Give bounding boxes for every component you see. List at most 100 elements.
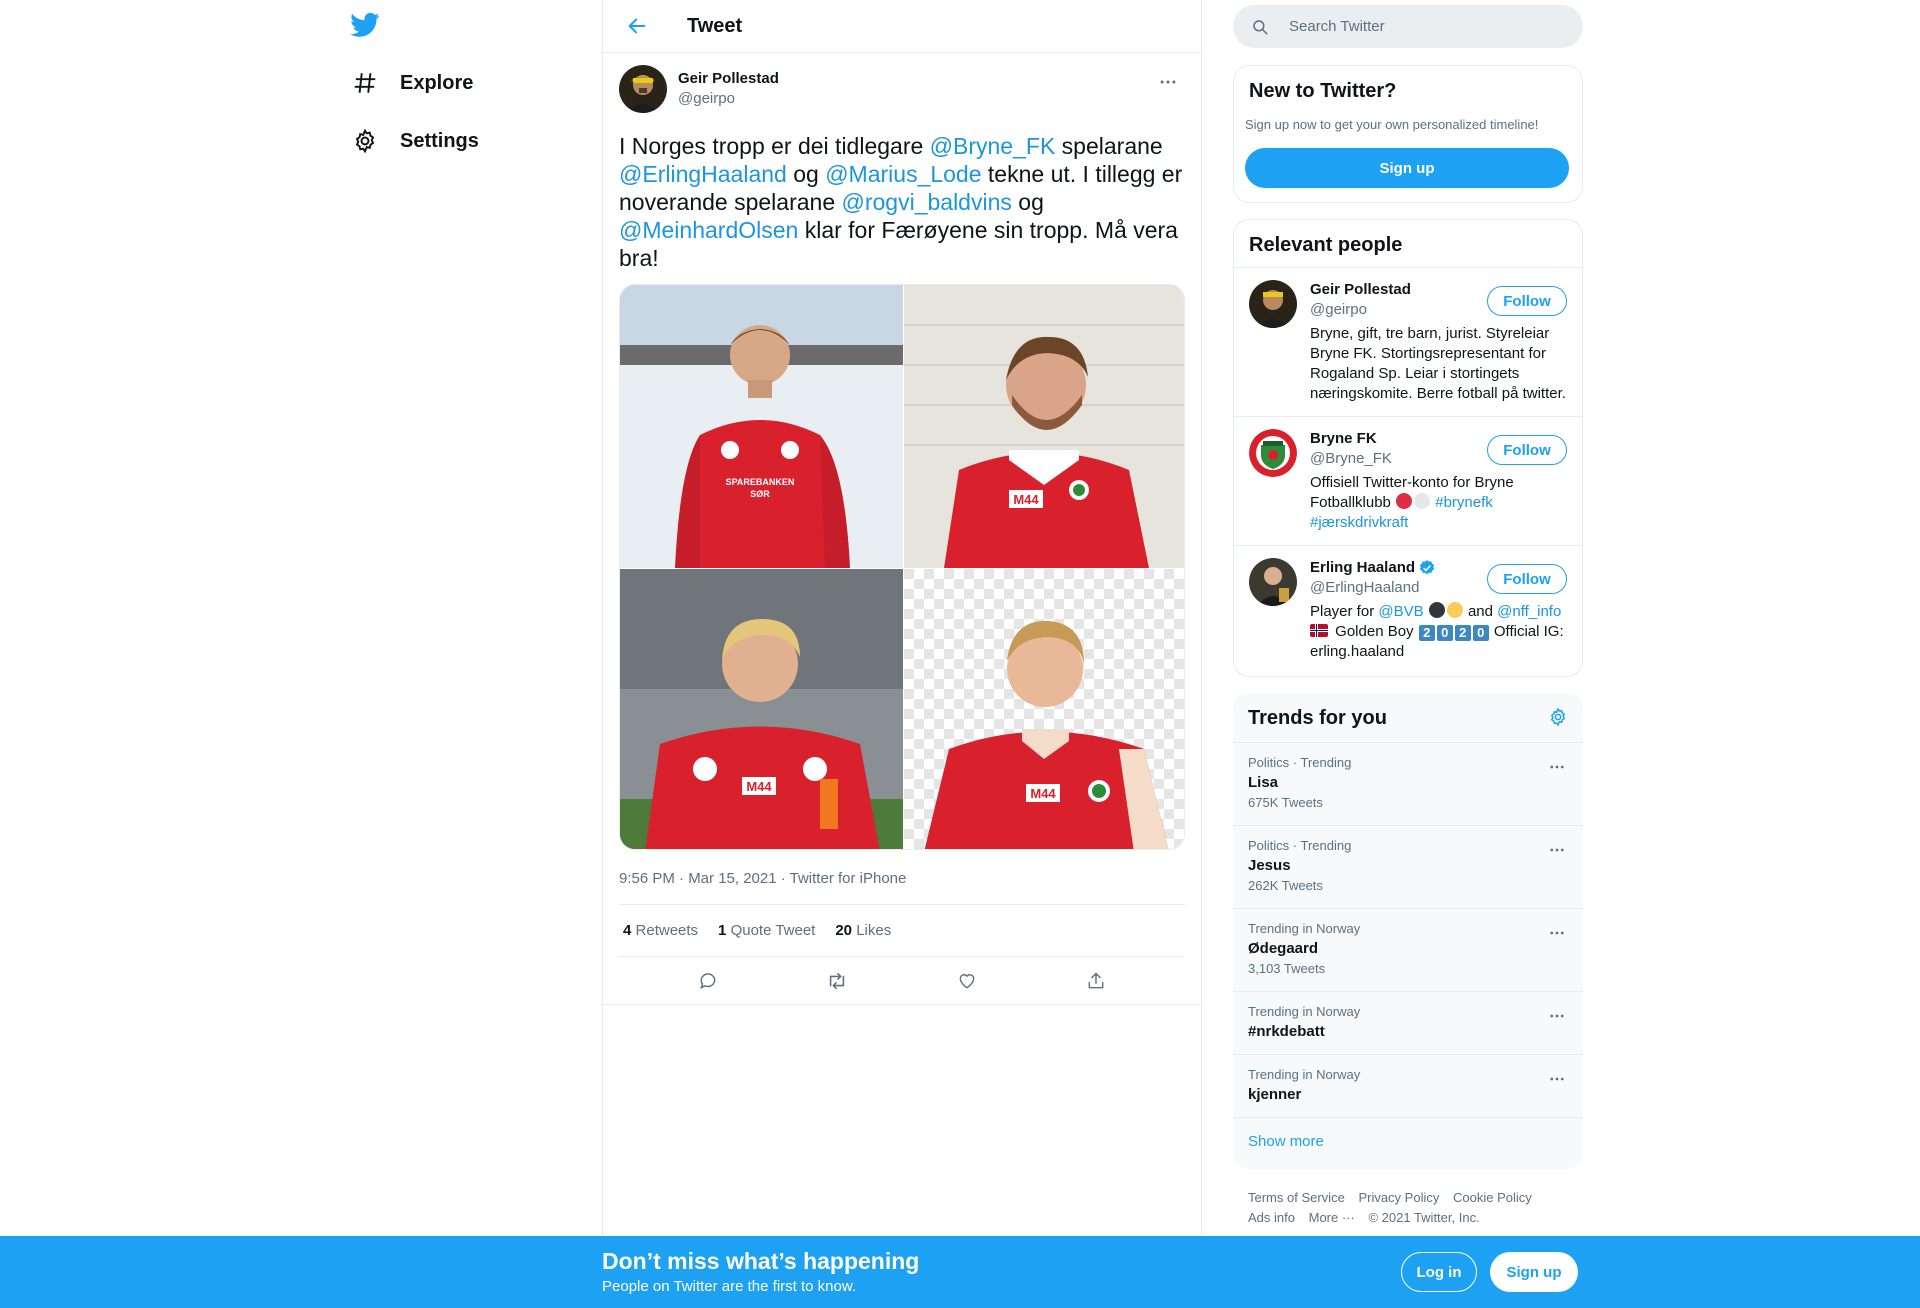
author-avatar[interactable] (619, 65, 667, 113)
search-box[interactable] (1233, 5, 1583, 48)
mention-link[interactable]: @BVB (1378, 603, 1423, 620)
reply-button[interactable] (690, 963, 726, 999)
svg-text:M44: M44 (1030, 786, 1056, 801)
hashtag-link[interactable]: #jærskdrivkraft (1310, 514, 1408, 531)
mention-link[interactable]: @Marius_Lode (825, 161, 981, 187)
bottom-signup-bar: Don’t miss what’s happening People on Tw… (0, 1236, 1920, 1308)
tweet-photo[interactable]: M44 (904, 285, 1184, 568)
cookie-link[interactable]: Cookie Policy (1453, 1190, 1532, 1205)
tweet: Geir Pollestad @geirpo I Norges tropp er… (603, 53, 1201, 1005)
back-button[interactable] (619, 8, 655, 44)
retweet-button[interactable] (819, 963, 855, 999)
mention-link[interactable]: @MeinhardOlsen (619, 217, 798, 243)
trend-item[interactable]: Trending in Norway #nrkdebatt (1233, 992, 1583, 1055)
tweet-text-part: I Norges tropp er dei tidlegare (619, 133, 930, 159)
login-button[interactable]: Log in (1401, 1252, 1477, 1292)
person-avatar[interactable] (1249, 280, 1297, 328)
person-avatar[interactable] (1249, 558, 1297, 606)
mention-link[interactable]: @Bryne_FK (930, 133, 1056, 159)
trend-item[interactable]: Politics · Trending Jesus 262K Tweets (1233, 826, 1583, 909)
footer-links: Terms of Service Privacy Policy Cookie P… (1248, 1188, 1568, 1228)
person-avatar[interactable] (1249, 429, 1297, 477)
person-item[interactable]: Geir Pollestad @geirpo Bryne, gift, tre … (1234, 268, 1582, 417)
trend-name: Lisa (1248, 774, 1279, 791)
quotes-stat[interactable]: 1 Quote Tweet (718, 922, 815, 939)
signup-button[interactable]: Sign up (1490, 1252, 1578, 1292)
quotes-label: Quote Tweet (730, 922, 816, 939)
tweet-photo[interactable]: M44 (620, 569, 903, 849)
follow-button[interactable]: Follow (1487, 286, 1567, 316)
tweet-actions (603, 957, 1201, 1005)
black-circle-icon (1428, 602, 1445, 618)
follow-button[interactable]: Follow (1487, 564, 1567, 594)
nav-settings[interactable]: Settings (350, 116, 479, 166)
new-to-twitter-title: New to Twitter? (1249, 80, 1397, 102)
trend-context: Trending in Norway (1248, 921, 1361, 936)
likes-stat[interactable]: 20 Likes (835, 922, 891, 939)
trend-name: Ødegaard (1248, 940, 1319, 957)
person-item[interactable]: Erling Haaland @ErlingHaaland Player for… (1234, 546, 1582, 674)
tweet-timestamp[interactable]: 9:56 PM · Mar 15, 2021 · Twitter for iPh… (619, 870, 1185, 890)
trend-item[interactable]: Politics · Trending Lisa 675K Tweets (1233, 743, 1583, 826)
privacy-link[interactable]: Privacy Policy (1358, 1190, 1439, 1205)
more-options-icon[interactable] (1545, 755, 1569, 779)
relevant-people-title: Relevant people (1234, 220, 1582, 268)
retweets-label: Retweets (635, 922, 699, 939)
main-column: Tweet Geir Pollestad @geirpo I Norges tr… (602, 0, 1202, 1308)
author-name[interactable]: Geir Pollestad (678, 69, 779, 89)
svg-text:SPAREBANKEN: SPAREBANKEN (726, 477, 795, 487)
trend-item[interactable]: Trending in Norway kjenner (1233, 1055, 1583, 1118)
follow-button[interactable]: Follow (1487, 435, 1567, 465)
trend-count: 262K Tweets (1248, 878, 1323, 893)
twitter-logo-icon[interactable] (350, 10, 382, 42)
trend-item[interactable]: Trending in Norway Ødegaard 3,103 Tweets (1233, 909, 1583, 992)
retweet-icon (830, 972, 845, 989)
trends-card: Trends for you Politics · Trending Lisa … (1233, 693, 1583, 1169)
person-bio: Offisiell Twitter-konto for Bryne Fotbal… (1310, 473, 1567, 533)
retweets-stat[interactable]: 4 Retweets (623, 922, 698, 939)
share-button[interactable] (1078, 963, 1114, 999)
trend-context: Politics · Trending (1248, 755, 1352, 770)
sidebar-signup-button[interactable]: Sign up (1245, 148, 1569, 188)
arrow-left-icon (628, 18, 646, 34)
person-bio-text: and (1463, 603, 1498, 620)
mention-link[interactable]: @rogvi_baldvins (842, 189, 1012, 215)
mention-link[interactable]: @nff_info (1497, 603, 1561, 620)
ads-info-link[interactable]: Ads info (1248, 1210, 1295, 1225)
likes-count: 20 (835, 922, 853, 939)
more-options-icon[interactable] (1545, 838, 1569, 862)
trends-title: Trends for you (1248, 707, 1387, 729)
nav-explore[interactable]: Explore (350, 58, 473, 108)
person-bio-text: Player for (1310, 603, 1379, 620)
keycap-digit: 2 (1454, 625, 1471, 641)
retweets-count: 4 (623, 922, 632, 939)
gear-icon (350, 126, 380, 156)
hashtag-link[interactable]: #brynefk (1435, 494, 1493, 511)
tweet-photo[interactable]: M44 (904, 569, 1184, 849)
more-link[interactable]: More ··· (1309, 1210, 1355, 1225)
person-item[interactable]: Bryne FK @Bryne_FK Offisiell Twitter-kon… (1234, 417, 1582, 546)
person-name-text: Erling Haaland (1310, 559, 1416, 576)
tweet-photo[interactable]: SPAREBANKEN SØR (620, 285, 903, 568)
red-circle-icon (1396, 493, 1413, 509)
search-input[interactable] (1289, 18, 1549, 35)
tweet-text-part: og (786, 161, 826, 187)
terms-link[interactable]: Terms of Service (1248, 1190, 1345, 1205)
reply-icon (699, 972, 716, 989)
more-options-icon[interactable] (1151, 65, 1185, 99)
author-handle[interactable]: @geirpo (678, 89, 779, 109)
hashtag-icon (350, 68, 380, 98)
trends-header: Trends for you (1233, 693, 1583, 743)
like-button[interactable] (949, 963, 985, 999)
more-options-icon[interactable] (1545, 921, 1569, 945)
keycap-digit: 2 (1418, 625, 1435, 641)
mention-link[interactable]: @ErlingHaaland (619, 161, 787, 187)
trend-name: #nrkdebatt (1248, 1023, 1325, 1040)
gear-icon[interactable] (1548, 707, 1568, 727)
show-more-link[interactable]: Show more (1233, 1118, 1583, 1165)
more-options-icon[interactable] (1545, 1004, 1569, 1028)
heart-icon (959, 973, 975, 989)
more-options-icon[interactable] (1545, 1067, 1569, 1091)
trend-context: Trending in Norway (1248, 1067, 1361, 1082)
yellow-circle-icon (1446, 602, 1463, 618)
